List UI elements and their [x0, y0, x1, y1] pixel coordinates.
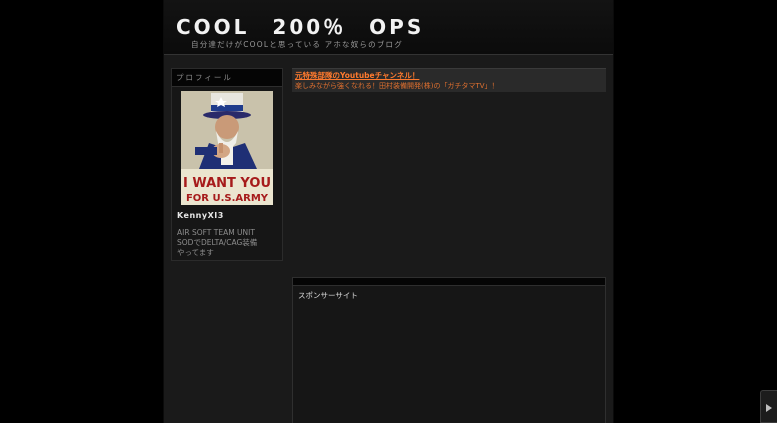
profile-image[interactable]: I WANT YOU FOR U.S.ARMY	[181, 91, 273, 205]
poster-text-bottom: FOR U.S.ARMY	[186, 193, 269, 204]
profile-name: KennyXI3	[177, 211, 224, 220]
blog-header: COOL 200％ OPS 自分達だけがCOOLと思っている アホな奴らのブログ	[164, 0, 613, 55]
site-title[interactable]: COOL 200％ OPS	[176, 11, 424, 40]
sponsor-title: スポンサーサイト	[298, 291, 358, 300]
profile-description-line: SODでDELTA/CAG装備	[177, 238, 258, 247]
notice-box: 元特殊部隊のYoutubeチャンネル！ 楽しみながら強くなれる！田村装備開発(株…	[292, 68, 606, 92]
site-description: 自分達だけがCOOLと思っている アホな奴らのブログ	[191, 40, 403, 49]
profile-sidebar: プロフィール I WANT YOU FOR U.S.ARMY KennyXI3	[171, 68, 283, 261]
youtube-channel-link[interactable]: 元特殊部隊のYoutubeチャンネル！	[295, 70, 603, 81]
poster-text-top: I WANT YOU	[183, 176, 271, 191]
blog-page: COOL 200％ OPS 自分達だけがCOOLと思っている アホな奴らのブログ…	[164, 0, 613, 423]
sponsor-section: スポンサーサイト	[292, 277, 606, 423]
profile-description-line: やってます	[177, 248, 214, 257]
scroll-toggle-button[interactable]	[760, 390, 777, 423]
sidebar-heading: プロフィール	[172, 69, 282, 87]
notice-text: 楽しみながら強くなれる！田村装備開発(株)の「ガチタマTV」！	[295, 82, 499, 90]
play-arrow-icon	[766, 404, 772, 412]
profile-description: AIR SOFT TEAM UNIT SODでDELTA/CAG装備 やってます	[177, 228, 281, 258]
profile-description-line: AIR SOFT TEAM UNIT	[177, 228, 255, 237]
sponsor-header-bar	[293, 278, 605, 286]
